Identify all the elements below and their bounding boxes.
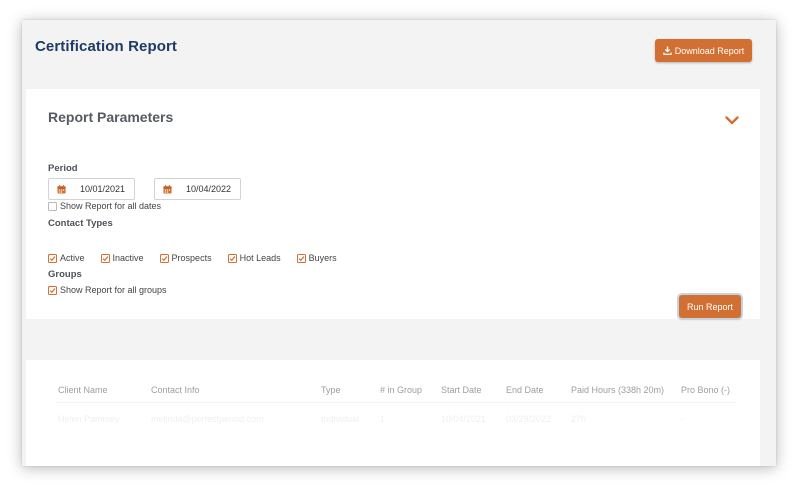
start-date-field[interactable]: 10/01/2021 bbox=[48, 178, 135, 200]
start-date-value: 10/01/2021 bbox=[80, 184, 126, 194]
all-groups-checkbox-row[interactable]: Show Report for all groups bbox=[48, 285, 167, 295]
contact-type-label: Prospects bbox=[171, 253, 212, 263]
chevron-down-icon[interactable] bbox=[725, 116, 739, 125]
column-header[interactable]: Start Date bbox=[441, 385, 482, 395]
column-header[interactable]: Paid Hours (338h 20m) bbox=[571, 385, 664, 395]
contact-type-buyers-checkbox[interactable] bbox=[296, 253, 306, 263]
contact-type-inactive-checkbox[interactable] bbox=[100, 253, 110, 263]
period-label: Period bbox=[48, 163, 78, 174]
check-icon bbox=[102, 255, 108, 261]
calendar-icon bbox=[163, 184, 172, 194]
check-icon bbox=[49, 287, 56, 293]
calendar-icon bbox=[57, 184, 66, 194]
report-window: Certification Report Download Report Rep… bbox=[22, 20, 776, 466]
end-date-field[interactable]: 10/04/2022 bbox=[154, 178, 241, 200]
column-header[interactable]: Client Name bbox=[58, 385, 108, 395]
download-report-label: Download Report bbox=[674, 45, 745, 56]
table-cell: - bbox=[681, 414, 684, 424]
contact-type-label: Hot Leads bbox=[239, 253, 281, 263]
all-groups-checkbox[interactable] bbox=[48, 285, 57, 295]
table-cell: Individual bbox=[321, 414, 360, 424]
report-parameters-panel: Report Parameters Period 10/01/2021 10/0… bbox=[26, 89, 760, 319]
end-date-value: 10/04/2022 bbox=[186, 184, 232, 194]
contact-types-label: Contact Types bbox=[48, 218, 113, 229]
download-report-button[interactable]: Download Report bbox=[655, 39, 752, 62]
contact-types-list: Active Inactive Prospects Hot Leads Buye… bbox=[48, 253, 337, 263]
contact-type-label: Active bbox=[60, 253, 85, 263]
all-groups-label: Show Report for all groups bbox=[60, 285, 167, 295]
column-header[interactable]: End Date bbox=[506, 385, 544, 395]
all-dates-label: Show Report for all dates bbox=[60, 201, 162, 211]
contact-type-active-checkbox[interactable] bbox=[48, 253, 57, 263]
check-icon bbox=[49, 255, 56, 261]
column-header[interactable]: Pro Bono (-) bbox=[681, 385, 730, 395]
check-icon bbox=[161, 255, 167, 261]
contact-type-active[interactable]: Active bbox=[48, 253, 85, 263]
contact-type-buyers[interactable]: Buyers bbox=[296, 253, 337, 263]
download-icon bbox=[663, 46, 672, 55]
contact-type-hot-leads-checkbox[interactable] bbox=[227, 253, 237, 263]
check-icon bbox=[229, 255, 235, 261]
contact-type-hot-leads[interactable]: Hot Leads bbox=[227, 253, 281, 263]
column-header[interactable]: Contact Info bbox=[151, 385, 200, 395]
results-table: Client Name Contact Info Type # in Group… bbox=[26, 360, 760, 466]
report-parameters-title: Report Parameters bbox=[48, 109, 174, 125]
all-dates-checkbox[interactable] bbox=[48, 201, 57, 211]
table-cell: 03/29/2022 bbox=[506, 414, 552, 424]
contact-type-label: Buyers bbox=[308, 253, 337, 263]
table-cell: Helen Pammey bbox=[58, 414, 120, 424]
run-report-button[interactable]: Run Report bbox=[679, 295, 741, 318]
groups-label: Groups bbox=[48, 269, 82, 280]
fade-overlay bbox=[26, 360, 760, 466]
contact-type-prospects[interactable]: Prospects bbox=[159, 253, 212, 263]
contact-type-inactive[interactable]: Inactive bbox=[100, 253, 144, 263]
table-cell: 27h bbox=[571, 414, 587, 424]
row-divider bbox=[56, 402, 736, 403]
column-header[interactable]: Type bbox=[321, 385, 341, 395]
table-cell: 10/04/2021 bbox=[441, 414, 487, 424]
contact-type-prospects-checkbox[interactable] bbox=[159, 253, 169, 263]
contact-type-label: Inactive bbox=[112, 253, 144, 263]
all-dates-checkbox-row[interactable]: Show Report for all dates bbox=[48, 201, 161, 211]
page-title: Certification Report bbox=[35, 38, 178, 55]
table-cell: 1 bbox=[380, 414, 386, 424]
table-cell[interactable]: melinda@perfectperiod.com bbox=[151, 414, 264, 424]
column-header[interactable]: # in Group bbox=[380, 385, 422, 395]
check-icon bbox=[298, 255, 305, 261]
